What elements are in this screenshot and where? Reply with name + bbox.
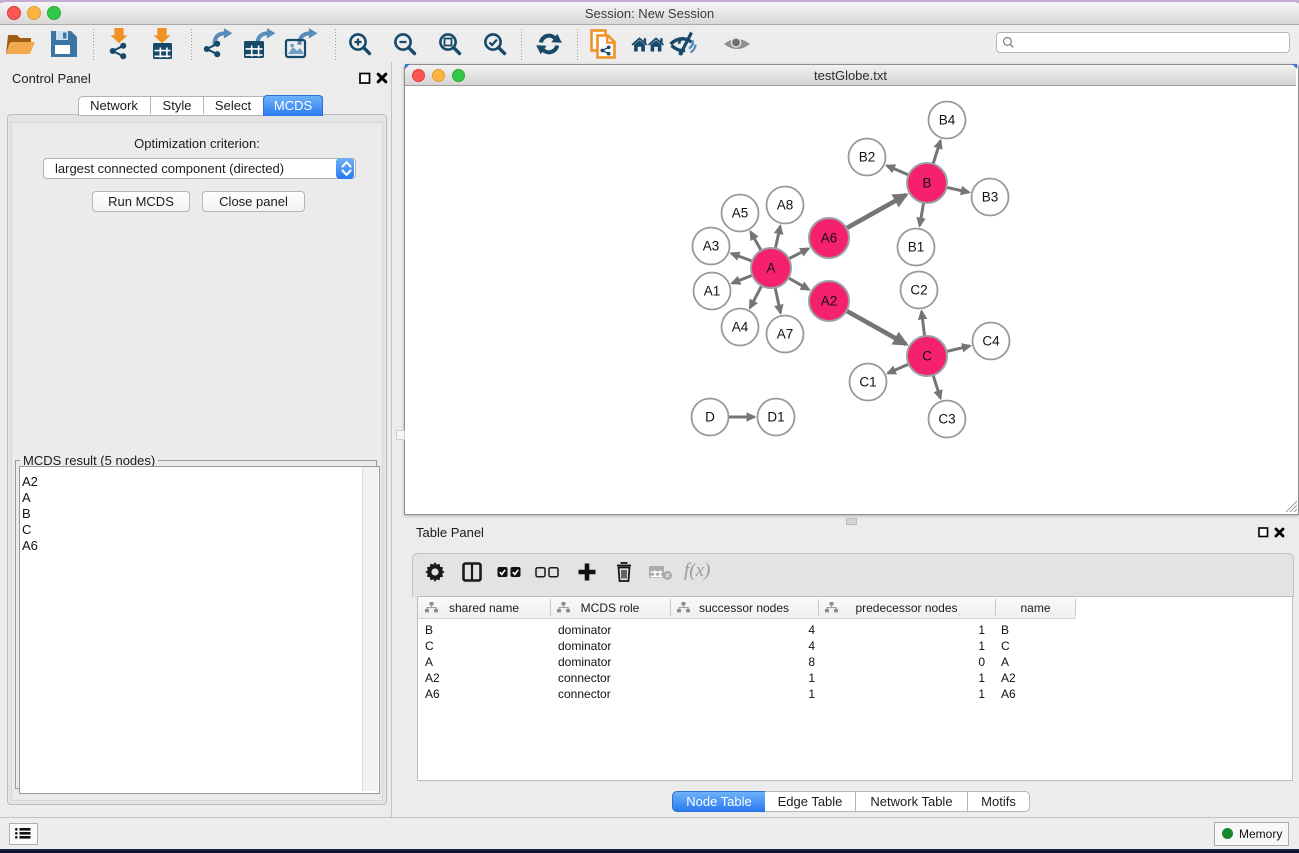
svg-text:B2: B2 bbox=[859, 150, 876, 165]
svg-text:B: B bbox=[922, 176, 931, 191]
svg-text:C4: C4 bbox=[982, 334, 1000, 349]
svg-text:C1: C1 bbox=[859, 375, 876, 390]
svg-text:A6: A6 bbox=[821, 231, 838, 246]
svg-text:D: D bbox=[705, 410, 715, 425]
svg-text:A2: A2 bbox=[821, 294, 838, 309]
svg-text:A8: A8 bbox=[777, 198, 794, 213]
svg-text:C3: C3 bbox=[938, 412, 955, 427]
svg-text:A5: A5 bbox=[732, 206, 749, 221]
svg-text:C2: C2 bbox=[910, 283, 927, 298]
svg-text:A1: A1 bbox=[704, 284, 721, 299]
svg-text:A4: A4 bbox=[732, 320, 749, 335]
svg-text:B3: B3 bbox=[982, 190, 999, 205]
svg-text:B1: B1 bbox=[908, 240, 925, 255]
svg-text:B4: B4 bbox=[939, 113, 956, 128]
svg-text:D1: D1 bbox=[767, 410, 784, 425]
svg-text:A7: A7 bbox=[777, 327, 794, 342]
svg-text:A3: A3 bbox=[703, 239, 720, 254]
svg-text:C: C bbox=[922, 349, 932, 364]
svg-text:A: A bbox=[766, 261, 775, 276]
